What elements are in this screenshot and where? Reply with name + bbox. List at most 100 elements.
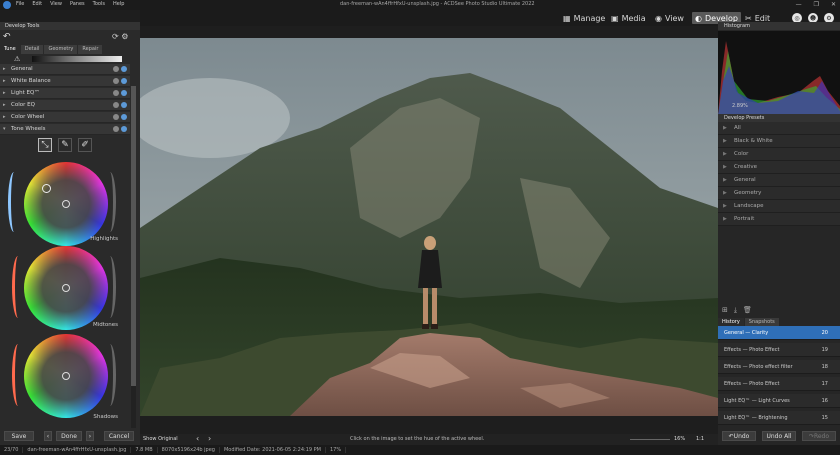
wheel-center-handle[interactable] — [62, 284, 70, 292]
tab-tune[interactable]: Tune — [0, 45, 20, 54]
zoom-value[interactable]: 16% — [674, 436, 685, 442]
import-preset-icon[interactable]: ⤓ — [734, 306, 737, 315]
wheel-center-handle[interactable] — [62, 200, 70, 208]
canvas-hint-text: Click on the image to set the hue of the… — [350, 436, 485, 442]
reset-icon[interactable]: ↶ — [3, 32, 11, 42]
undo-all-button[interactable]: Undo All — [762, 431, 796, 441]
preset-item[interactable]: ▶ General — [718, 174, 840, 187]
menu-file[interactable]: File — [16, 1, 24, 7]
tab-repair[interactable]: Repair — [78, 45, 103, 54]
section-general[interactable]: ▸ General — [0, 64, 130, 75]
wheel-color-handle[interactable] — [42, 184, 51, 193]
history-item[interactable]: General — Clarity 20 — [718, 326, 840, 340]
menu-tools[interactable]: Tools — [93, 1, 105, 7]
shadows-wheel[interactable] — [24, 334, 108, 418]
menu-help[interactable]: Help — [113, 1, 124, 7]
section-white-balance[interactable]: ▸ White Balance — [0, 76, 130, 87]
eyedropper-alt-icon[interactable]: ✐ — [78, 138, 92, 152]
tab-history[interactable]: History — [718, 318, 744, 326]
scrollbar-thumb[interactable] — [131, 86, 136, 386]
reset-dot-icon[interactable] — [113, 78, 119, 84]
shadows-arc-right[interactable] — [104, 344, 116, 406]
wheel-center-handle[interactable] — [62, 372, 70, 380]
power-icon[interactable] — [121, 78, 127, 84]
mode-media[interactable]: ▣ Media — [608, 12, 649, 24]
done-button[interactable]: Done — [56, 431, 82, 441]
reset-dot-icon[interactable] — [113, 126, 119, 132]
show-original-button[interactable]: Show Original — [143, 436, 178, 442]
minimize-button[interactable]: — — [796, 1, 802, 8]
power-icon[interactable] — [121, 126, 127, 132]
next-image-icon[interactable]: › — [208, 434, 211, 443]
shadows-label: Shadows — [93, 414, 118, 420]
document-title: dan-freeman-wAn4ffrHfxU-unsplash.jpg - A… — [340, 1, 535, 7]
midtones-arc-right[interactable] — [104, 256, 116, 318]
target-adjust-icon[interactable]: ⤡ — [38, 138, 52, 152]
redo-label: Redo — [813, 432, 830, 440]
tab-snapshots[interactable]: Snapshots — [744, 318, 779, 326]
chevron-right-icon: ▸ — [3, 102, 6, 108]
next-button[interactable]: › — [86, 431, 94, 441]
history-item[interactable]: Effects — Photo Effect 17 — [718, 377, 840, 391]
history-item[interactable]: Light EQ™ — Brightening 15 — [718, 411, 840, 425]
reset-dot-icon[interactable] — [113, 66, 119, 72]
highlights-arc-slider[interactable] — [8, 172, 20, 232]
actual-size-button[interactable]: 1:1 — [696, 436, 704, 442]
mode-view[interactable]: ◉ View — [652, 12, 687, 24]
history-item[interactable]: Effects — Photo effect filter 18 — [718, 360, 840, 374]
save-button[interactable]: Save — [4, 431, 34, 441]
highlights-arc-right[interactable] — [104, 172, 116, 232]
preset-item[interactable]: ▶ Portrait — [718, 213, 840, 226]
midtones-arc-slider[interactable] — [12, 256, 24, 318]
preset-item[interactable]: ▶ Geometry — [718, 187, 840, 200]
reset-dot-icon[interactable] — [113, 114, 119, 120]
image-canvas[interactable] — [140, 38, 718, 416]
tab-geometry[interactable]: Geometry — [44, 45, 78, 54]
reset-dot-icon[interactable] — [113, 90, 119, 96]
undo-button[interactable]: ↶ Undo — [722, 431, 756, 441]
preset-item[interactable]: ▶ Landscape — [718, 200, 840, 213]
power-icon[interactable] — [121, 114, 127, 120]
midtones-wheel[interactable] — [24, 246, 108, 330]
tab-detail[interactable]: Detail — [20, 45, 44, 54]
menu-edit[interactable]: Edit — [32, 1, 42, 7]
close-button[interactable]: ✕ — [831, 1, 836, 8]
left-panel-scrollbar[interactable] — [131, 86, 136, 436]
power-icon[interactable] — [121, 102, 127, 108]
delete-preset-icon[interactable]: 🗑 — [743, 306, 752, 315]
preset-item[interactable]: ▶ Creative — [718, 161, 840, 174]
panel-title: Develop Tools — [0, 22, 140, 30]
redo-button[interactable]: ↷ Redo — [802, 431, 836, 441]
prev-button[interactable]: ‹ — [44, 431, 52, 441]
mode-manage[interactable]: ▦ Manage — [560, 12, 608, 24]
maximize-button[interactable]: ❐ — [814, 1, 819, 8]
power-icon[interactable] — [121, 90, 127, 96]
menu-panes[interactable]: Panes — [70, 1, 85, 7]
power-icon[interactable] — [121, 66, 127, 72]
menu-view[interactable]: View — [50, 1, 62, 7]
add-preset-icon[interactable]: ⊞ — [722, 306, 728, 315]
section-color-eq[interactable]: ▸ Color EQ — [0, 100, 130, 111]
preset-item[interactable]: ▶ All — [718, 122, 840, 135]
shadows-arc-slider[interactable] — [12, 344, 24, 406]
history-label: Light EQ™ — Light Curves — [724, 398, 790, 404]
highlights-wheel[interactable] — [24, 162, 108, 246]
eyedropper-icon[interactable]: ✎ — [58, 138, 72, 152]
section-white-balance-label: White Balance — [11, 78, 51, 84]
section-light-eq[interactable]: ▸ Light EQ™ — [0, 88, 130, 99]
preset-item[interactable]: ▶ Black & White — [718, 135, 840, 148]
settings-icon[interactable]: ⟳ ⚙ — [112, 32, 128, 41]
tone-swatch-strip[interactable] — [32, 56, 122, 62]
cancel-button[interactable]: Cancel — [104, 431, 134, 441]
chevron-right-icon: ▸ — [3, 66, 6, 72]
warning-icon[interactable]: ⚠ — [14, 55, 20, 63]
reset-dot-icon[interactable] — [113, 102, 119, 108]
history-item[interactable]: Light EQ™ — Light Curves 16 — [718, 394, 840, 408]
section-color-wheel[interactable]: ▸ Color Wheel — [0, 112, 130, 123]
zoom-slider[interactable] — [630, 439, 670, 440]
chevron-right-icon: ▶ — [723, 151, 727, 157]
history-item[interactable]: Effects — Photo Effect 19 — [718, 343, 840, 357]
prev-image-icon[interactable]: ‹ — [196, 434, 199, 443]
preset-item[interactable]: ▶ Color — [718, 148, 840, 161]
section-tone-wheels[interactable]: ▾ Tone Wheels — [0, 124, 130, 135]
